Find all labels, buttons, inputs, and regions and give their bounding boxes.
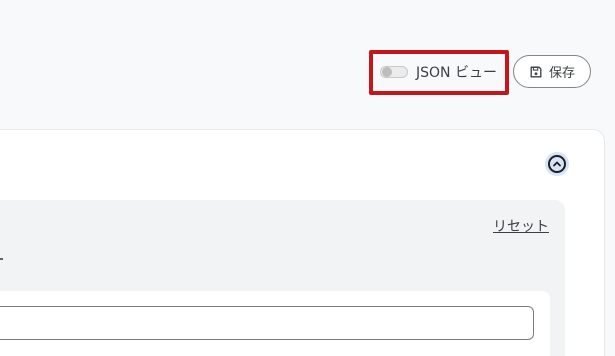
json-view-toggle[interactable]: JSON ビュー bbox=[380, 62, 497, 82]
save-button[interactable]: 保存 bbox=[513, 55, 591, 88]
chevron-up-icon bbox=[553, 161, 561, 167]
page: JSON ビュー 保存 リセット bbox=[0, 0, 615, 356]
json-view-switch[interactable] bbox=[380, 66, 408, 78]
switch-knob bbox=[382, 67, 392, 77]
json-view-label: JSON ビュー bbox=[416, 65, 497, 81]
save-icon bbox=[530, 66, 542, 77]
chevron-up-circle-icon bbox=[548, 155, 566, 173]
collapse-button[interactable] bbox=[545, 152, 569, 176]
reset-link[interactable]: リセット bbox=[493, 216, 549, 236]
text-input[interactable] bbox=[0, 306, 534, 340]
save-label: 保存 bbox=[548, 66, 575, 81]
edge-mark bbox=[0, 258, 3, 260]
